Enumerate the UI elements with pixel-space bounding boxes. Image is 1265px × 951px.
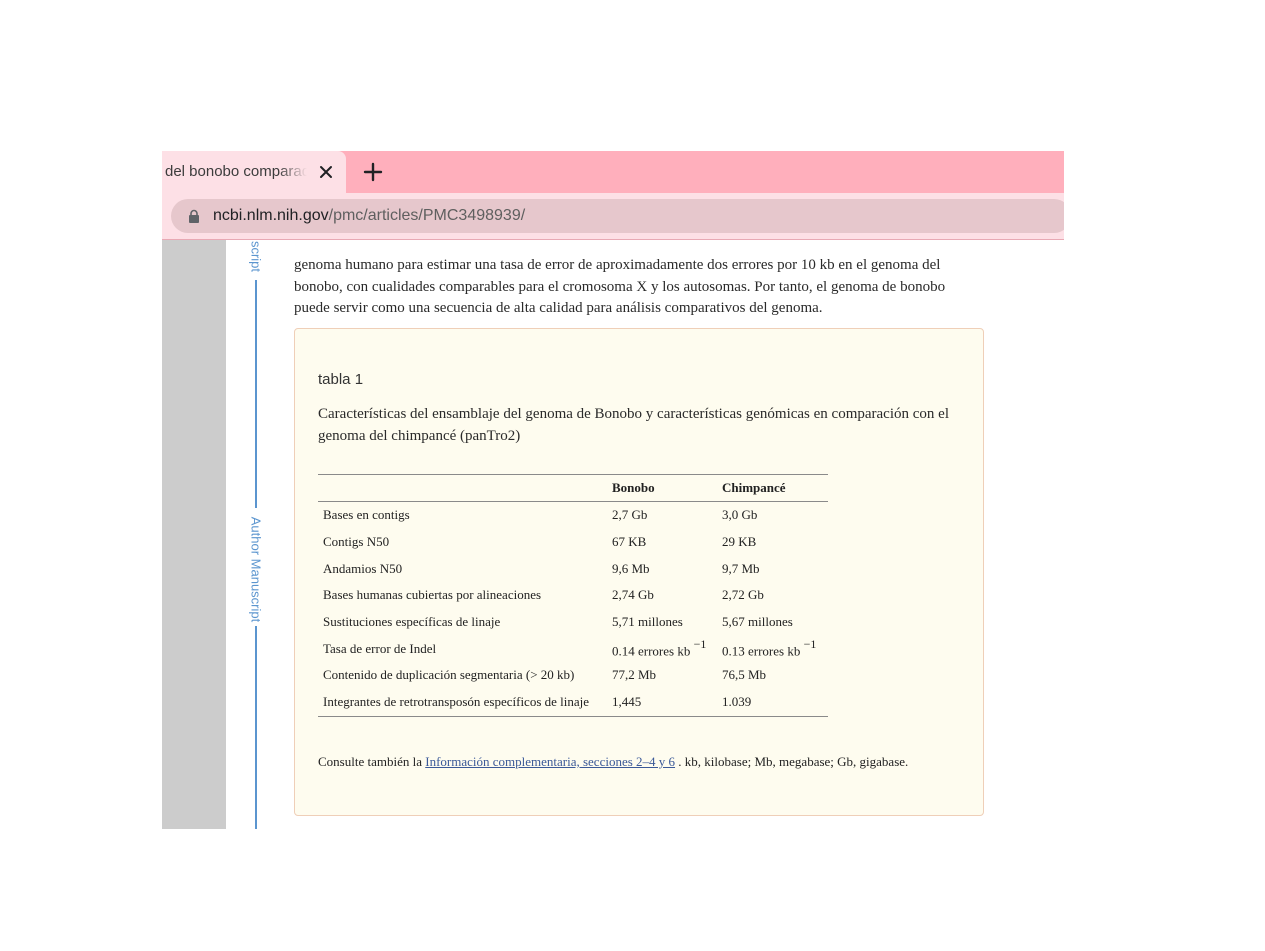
cell-bonobo: 5,71 millones: [612, 614, 683, 630]
cell-feature: Andamios N50: [323, 560, 403, 576]
table-footnote: Consulte también la Información compleme…: [318, 754, 908, 770]
manuscript-label-top: script: [248, 240, 264, 273]
genome-table: Bonobo Chimpancé Bases en contigs 2,7 Gb…: [318, 474, 828, 717]
manuscript-label: Author Manuscript: [248, 516, 264, 623]
cell-bonobo: 2,7 Gb: [612, 507, 648, 523]
cell-chimp-indel: 0.13 errores kb −1: [717, 635, 828, 662]
cell-chimp: 29 KB: [722, 534, 757, 550]
table-label: tabla 1: [318, 371, 364, 388]
manuscript-line-bottom: [255, 626, 257, 829]
left-gray-panel: [162, 240, 226, 829]
cell-bonobo: 77,2 Mb: [612, 667, 657, 683]
cell-chimp: 1.039: [717, 688, 828, 717]
close-icon[interactable]: [316, 162, 336, 182]
header-chimp: Chimpancé: [717, 474, 828, 502]
cell-chimp: 76,5 Mb: [722, 667, 767, 683]
cell-feature: Integrantes de retrotransposón específic…: [318, 688, 607, 717]
url-path: /pmc/articles/PMC3498939/: [328, 207, 526, 224]
url-text[interactable]: ncbi.nlm.nih.gov/pmc/articles/PMC3498939…: [213, 206, 525, 226]
page-content: script Author Manuscript genoma humano p…: [162, 240, 1064, 829]
article-paragraph: genoma humano para estimar una tasa de e…: [294, 257, 946, 316]
tab-strip: del bonobo comparado: [162, 151, 1064, 193]
lock-icon[interactable]: [187, 209, 201, 223]
table-row: Andamios N50 9,6 Mb 9,7 Mb: [318, 555, 828, 582]
cell-feature: Bases en contigs: [323, 507, 410, 523]
cell-chimp: 5,67 millones: [722, 614, 793, 630]
address-bar[interactable]: ncbi.nlm.nih.gov/pmc/articles/PMC3498939…: [171, 199, 1064, 233]
cell-bonobo: 1,445: [607, 688, 717, 717]
cell-chimp: 3,0 Gb: [722, 507, 758, 523]
cell-feature: Sustituciones específicas de linaje: [323, 614, 501, 630]
table-row: Sustituciones específicas de linaje 5,71…: [318, 609, 828, 636]
cell-value: 0.13 errores kb: [722, 642, 801, 658]
table-caption: Características del ensamblaje del genom…: [318, 406, 949, 444]
cell-feature: Contigs N50: [323, 534, 390, 550]
cell-bonobo: 67 KB: [612, 534, 647, 550]
cell-chimp: 2,72 Gb: [722, 587, 764, 603]
superscript: −1: [803, 636, 817, 651]
table-row: Bases en contigs 2,7 Gb 3,0 Gb: [318, 502, 828, 529]
table-row: Contenido de duplicación segmentaria (> …: [318, 662, 828, 689]
manuscript-line-top: [255, 280, 257, 508]
cell-feature: Bases humanas cubiertas por alineaciones: [323, 587, 542, 603]
cell-bonobo: 2,74 Gb: [612, 587, 654, 603]
table-header-row: Bonobo Chimpancé: [318, 474, 828, 502]
header-feature: [318, 474, 607, 502]
header-bonobo: Bonobo: [607, 474, 717, 502]
cell-bonobo: 9,6 Mb: [612, 560, 650, 576]
table-row: Bases humanas cubiertas por alineaciones…: [318, 582, 828, 609]
address-toolbar: ncbi.nlm.nih.gov/pmc/articles/PMC3498939…: [162, 193, 1064, 240]
active-tab[interactable]: del bonobo comparado: [162, 151, 346, 193]
cell-feature: Tasa de error de Indel: [323, 640, 437, 656]
cell-feature: Contenido de duplicación segmentaria (> …: [323, 667, 575, 683]
table-row: Contigs N50 67 KB 29 KB: [318, 529, 828, 556]
superscript: −1: [693, 636, 707, 651]
cell-chimp: 9,7 Mb: [722, 560, 760, 576]
browser-window: del bonobo comparado ncbi.nlm.nih.gov/pm…: [162, 151, 1064, 829]
footnote-prefix: Consulte también la: [318, 754, 422, 769]
supplementary-info-link[interactable]: Información complementaria, secciones 2–…: [425, 754, 675, 769]
table-box: tabla 1 Características del ensamblaje d…: [294, 328, 984, 816]
table-row: Integrantes de retrotransposón específic…: [318, 688, 828, 717]
url-host: ncbi.nlm.nih.gov: [213, 207, 329, 224]
plus-icon[interactable]: [361, 160, 385, 184]
footnote-suffix: . kb, kilobase; Mb, megabase; Gb, gigaba…: [678, 754, 909, 769]
table-row: Tasa de error de Indel 0.14 errores kb −…: [318, 635, 828, 662]
tab-title: del bonobo comparado: [165, 163, 307, 180]
cell-value: 0.14 errores kb: [612, 642, 691, 658]
cell-bonobo-indel: 0.14 errores kb −1: [607, 635, 717, 662]
